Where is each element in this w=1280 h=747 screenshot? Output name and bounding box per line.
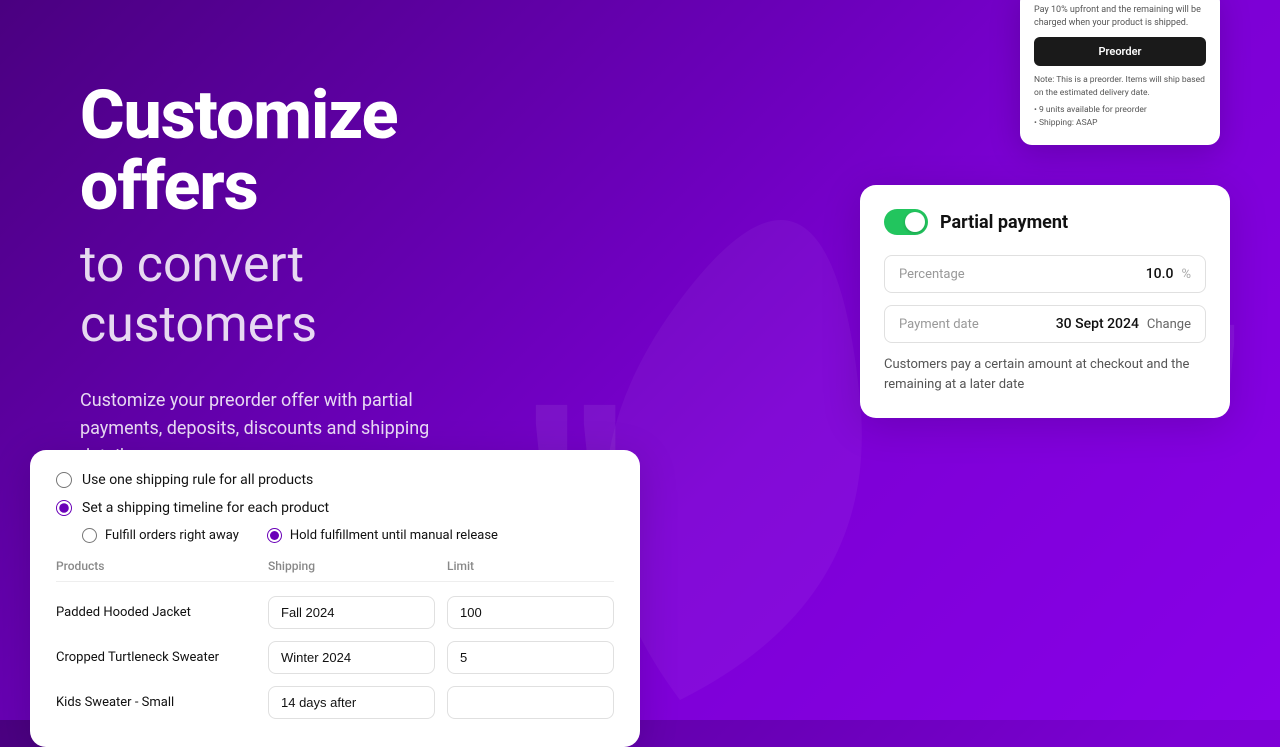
col-products: Products (56, 559, 256, 573)
preorder-bullet2: • Shipping: ASAP (1034, 118, 1206, 128)
percentage-value: 10.0 (1146, 266, 1174, 282)
shipping-sub-options-row: Fulfill orders right away Hold fulfillme… (82, 528, 614, 543)
card-preorder: Pay 10% upfront and the remaining will b… (1020, 0, 1220, 145)
shipping-option1-label: Use one shipping rule for all products (82, 472, 313, 488)
preorder-bullet1: • 9 units available for preorder (1034, 105, 1206, 115)
fulfill-right-away-label: Fulfill orders right away (105, 528, 239, 543)
limit-input-3[interactable] (447, 686, 614, 719)
col-limit: Limit (447, 559, 614, 573)
preorder-note2: Note: This is a preorder. Items will shi… (1034, 74, 1206, 99)
preorder-note-text: Pay 10% upfront and the remaining will b… (1034, 4, 1206, 29)
card-shipping-rules: Use one shipping rule for all products S… (30, 450, 640, 747)
shipping-input-2[interactable] (268, 641, 435, 674)
shipping-option2-row[interactable]: Set a shipping timeline for each product (56, 500, 614, 516)
limit-input-2[interactable] (447, 641, 614, 674)
hold-fulfillment-label: Hold fulfillment until manual release (290, 528, 498, 543)
headline-sub1: to convert (80, 236, 304, 294)
fulfill-right-away-radio[interactable] (82, 528, 97, 543)
headline-line1: Customize (80, 75, 398, 155)
partial-payment-toggle[interactable] (884, 209, 928, 235)
percentage-input-row[interactable]: Percentage 10.0 % (884, 255, 1206, 293)
percentage-label: Percentage (899, 267, 1146, 282)
shipping-option2-label: Set a shipping timeline for each product (82, 500, 329, 516)
preorder-button[interactable]: Preorder (1034, 37, 1206, 66)
table-row: Padded Hooded Jacket (56, 590, 614, 635)
fulfill-right-away-option[interactable]: Fulfill orders right away (82, 528, 239, 543)
hold-fulfillment-radio[interactable] (267, 528, 282, 543)
shipping-input-3[interactable] (268, 686, 435, 719)
col-shipping: Shipping (268, 559, 435, 573)
shipping-option1-row[interactable]: Use one shipping rule for all products (56, 472, 614, 488)
shipping-table-header: Products Shipping Limit (56, 559, 614, 582)
payment-date-input-row[interactable]: Payment date 30 Sept 2024 Change (884, 305, 1206, 343)
limit-input-1[interactable] (447, 596, 614, 629)
shipping-input-1[interactable] (268, 596, 435, 629)
headline-sub2: customers (80, 296, 317, 354)
card-partial-payment: Partial payment Percentage 10.0 % Paymen… (860, 185, 1230, 418)
shipping-option2-radio[interactable] (56, 500, 72, 516)
shipping-option1-radio[interactable] (56, 472, 72, 488)
table-row: Kids Sweater - Small (56, 680, 614, 725)
headline-line2: offers (80, 146, 258, 226)
payment-date-value: 30 Sept 2024 (1056, 316, 1139, 332)
product-name-3: Kids Sweater - Small (56, 695, 256, 710)
table-row: Cropped Turtleneck Sweater (56, 635, 614, 680)
partial-payment-title: Partial payment (940, 212, 1068, 233)
product-name-1: Padded Hooded Jacket (56, 605, 256, 620)
headline: Customize offers to convert customers (80, 80, 500, 355)
hold-fulfillment-option[interactable]: Hold fulfillment until manual release (267, 528, 498, 543)
payment-date-label: Payment date (899, 317, 1056, 332)
partial-payment-description: Customers pay a certain amount at checko… (884, 355, 1206, 394)
percentage-suffix: % (1181, 267, 1191, 282)
product-name-2: Cropped Turtleneck Sweater (56, 650, 256, 665)
card-partial-header: Partial payment (884, 209, 1206, 235)
change-date-link[interactable]: Change (1147, 317, 1191, 332)
